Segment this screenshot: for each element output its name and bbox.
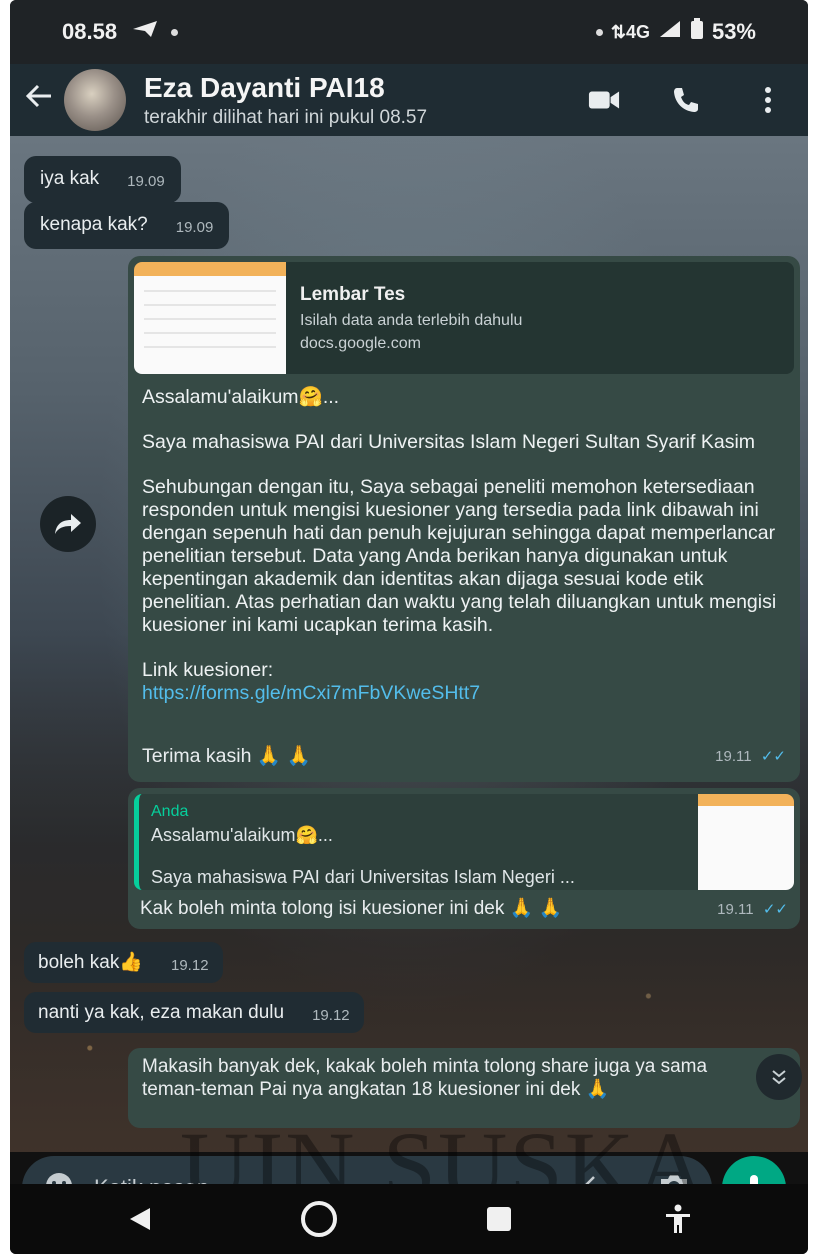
link-label: Link kuesioner: — [142, 659, 274, 681]
nav-back-icon[interactable] — [120, 1199, 160, 1239]
message-text: nanti ya kak, eza makan dulu — [38, 1002, 285, 1023]
message-paragraph: Sehubungan dengan itu, Saya sebagai pene… — [142, 476, 777, 636]
system-navigation-bar — [10, 1184, 808, 1254]
closing-text: Terima kasih 🙏 🙏 — [142, 745, 311, 767]
message-paragraph: Assalamu'alaikum🤗... — [142, 386, 340, 408]
battery-icon — [690, 18, 704, 46]
contact-name: Eza Dayanti PAI18 — [144, 71, 385, 103]
status-dot-icon — [595, 28, 603, 36]
read-receipt-icon: ✓✓ — [760, 748, 786, 766]
link-preview-domain: docs.google.com — [300, 334, 421, 352]
notification-dot-icon — [171, 28, 179, 36]
quoted-message[interactable]: Anda Assalamu'alaikum🤗... Saya mahasiswa… — [134, 794, 794, 890]
message-incoming[interactable]: kenapa kak? 19.09 — [24, 202, 230, 249]
nav-home-icon[interactable] — [299, 1199, 339, 1239]
questionnaire-link[interactable]: https://forms.gle/mCxi7mFbVKweSHtt7 — [142, 682, 786, 705]
read-receipt-icon: ✓✓ — [762, 901, 788, 918]
link-preview-title: Lembar Tes — [300, 284, 406, 305]
message-time: 19.12 — [171, 956, 209, 974]
message-time: 19.09 — [127, 172, 165, 190]
double-chevron-down-icon — [772, 1070, 786, 1085]
message-time: 19.11 — [715, 748, 752, 766]
chat-header: Eza Dayanti PAI18 terakhir dilihat hari … — [10, 64, 808, 136]
message-text: Kak boleh minta tolong isi kuesioner ini… — [140, 898, 563, 919]
message-body: Assalamu'alaikum🤗... Saya mahasiswa PAI … — [134, 374, 794, 745]
voice-call-icon[interactable] — [670, 84, 702, 116]
quote-text-line: Saya mahasiswa PAI dari Universitas Isla… — [151, 866, 575, 887]
forward-arrow-icon — [55, 514, 81, 534]
message-time: 19.11 — [717, 901, 754, 918]
telegram-notification-icon — [131, 19, 159, 45]
status-time: 08.58 — [62, 19, 118, 44]
nav-recents-icon[interactable] — [479, 1199, 519, 1239]
quote-text-line: Assalamu'alaikum🤗... — [151, 825, 333, 846]
message-text: iya kak — [40, 168, 100, 189]
status-bar: 08.58 ⇅4G 53% — [10, 0, 808, 64]
quote-author: Anda — [151, 803, 189, 820]
quote-thumbnail — [698, 794, 794, 890]
contact-info[interactable]: Eza Dayanti PAI18 terakhir dilihat hari … — [144, 72, 427, 129]
chat-area[interactable]: iya kak 19.09 kenapa kak? 19.09 Lembar T… — [10, 136, 808, 1152]
network-label: ⇅4G — [610, 21, 650, 42]
message-text: Makasih banyak dek, kakak boleh minta to… — [142, 1056, 708, 1100]
forward-button[interactable] — [40, 496, 96, 552]
phone-screen: 08.58 ⇅4G 53% Eza Dayanti PAI18 terakhir… — [10, 0, 808, 1254]
message-incoming[interactable]: nanti ya kak, eza makan dulu 19.12 — [24, 992, 364, 1033]
accessibility-icon[interactable] — [658, 1199, 698, 1239]
message-time: 19.09 — [175, 218, 214, 236]
message-paragraph: Saya mahasiswa PAI dari Universitas Isla… — [142, 431, 756, 453]
message-outgoing-questionnaire[interactable]: Lembar Tes Isilah data anda terlebih dah… — [128, 256, 800, 783]
contact-avatar[interactable] — [64, 69, 126, 131]
message-incoming[interactable]: iya kak 19.09 — [24, 156, 181, 203]
message-text: kenapa kak? — [40, 214, 148, 235]
message-incoming[interactable]: boleh kak👍 19.12 — [24, 942, 223, 983]
link-preview-thumbnail — [134, 262, 286, 374]
battery-level: 53% — [711, 19, 756, 44]
back-arrow-icon[interactable] — [24, 81, 58, 120]
link-preview[interactable]: Lembar Tes Isilah data anda terlebih dah… — [134, 262, 794, 374]
scroll-to-bottom-button[interactable] — [756, 1054, 802, 1100]
message-outgoing[interactable]: Makasih banyak dek, kakak boleh minta to… — [128, 1048, 800, 1128]
message-text: boleh kak👍 — [38, 952, 143, 973]
message-outgoing-reply[interactable]: Anda Assalamu'alaikum🤗... Saya mahasiswa… — [128, 788, 800, 929]
signal-icon — [658, 19, 682, 45]
link-preview-description: Isilah data anda terlebih dahulu — [300, 311, 523, 329]
video-call-icon[interactable] — [588, 84, 620, 116]
message-time: 19.12 — [312, 1006, 350, 1024]
more-options-icon[interactable] — [752, 84, 784, 116]
last-seen-status: terakhir dilihat hari ini pukul 08.57 — [144, 106, 428, 128]
